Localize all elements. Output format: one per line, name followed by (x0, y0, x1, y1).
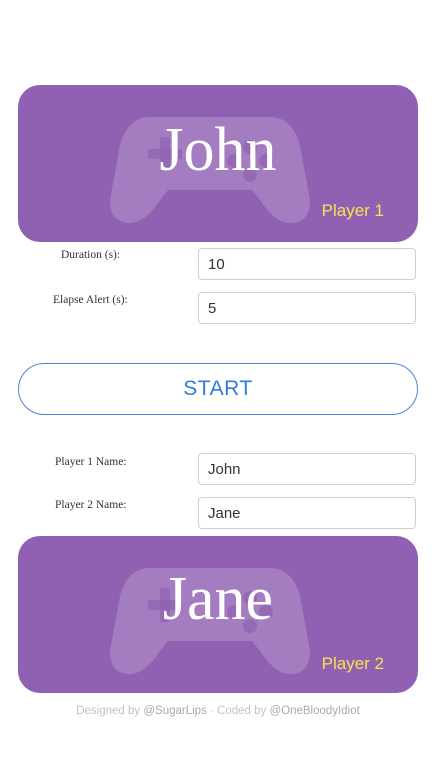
player1-card[interactable]: John Player 1 (18, 85, 418, 242)
duration-field[interactable] (198, 248, 416, 280)
coder-link[interactable]: @OneBloodyIdiot (269, 705, 359, 717)
coded-by-text: · Coded by (206, 705, 270, 717)
player2-card[interactable]: Jane Player 2 (18, 536, 418, 693)
player2-name-display: Jane (162, 565, 274, 633)
designer-link[interactable]: @SugarLips (143, 705, 206, 717)
designed-by-text: Designed by (76, 705, 144, 717)
start-button[interactable]: START (18, 363, 418, 415)
elapse-alert-field[interactable] (198, 292, 416, 324)
player1-name-label: Player 1 Name: (55, 456, 127, 468)
elapse-alert-label: Elapse Alert (s): (53, 294, 128, 306)
player2-name-label: Player 2 Name: (55, 499, 127, 511)
credits-footer: Designed by @SugarLips · Coded by @OneBl… (0, 705, 436, 717)
duration-label: Duration (s): (61, 249, 121, 261)
player1-name-field[interactable] (198, 453, 416, 485)
player2-label: Player 2 (321, 654, 384, 673)
player1-name-display: John (159, 116, 277, 184)
player1-label: Player 1 (321, 201, 384, 220)
player2-name-field[interactable] (198, 497, 416, 529)
